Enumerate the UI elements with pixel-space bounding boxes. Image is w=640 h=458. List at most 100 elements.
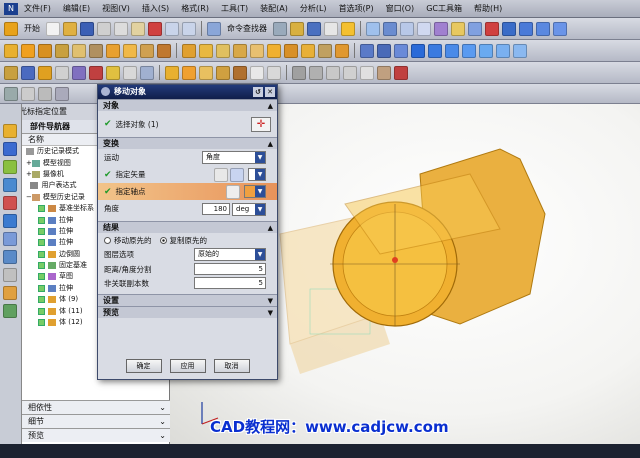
gear-icon[interactable] bbox=[101, 87, 110, 96]
menu-analysis[interactable]: 分析(L) bbox=[300, 3, 327, 14]
menu-view[interactable]: 视图(V) bbox=[102, 3, 130, 14]
subtract-icon[interactable] bbox=[199, 43, 213, 58]
redo-icon[interactable] bbox=[182, 21, 196, 36]
section-preview[interactable]: 预览 ▼ bbox=[98, 306, 277, 318]
mirror-icon[interactable] bbox=[428, 43, 442, 58]
paste-icon[interactable] bbox=[131, 21, 145, 36]
specify-vector-row[interactable]: ✔ 指定矢量 ▼ bbox=[98, 166, 277, 183]
polygon-icon[interactable] bbox=[89, 65, 103, 80]
delete-icon[interactable] bbox=[148, 21, 162, 36]
move-original-radio[interactable] bbox=[104, 236, 111, 244]
visibility-checkbox[interactable] bbox=[38, 273, 45, 281]
menu-tools[interactable]: 工具(T) bbox=[221, 3, 248, 14]
copy-original-radio[interactable] bbox=[159, 236, 167, 244]
start-icon[interactable] bbox=[4, 21, 18, 36]
pivot-point[interactable] bbox=[392, 257, 398, 263]
system-materials-icon[interactable] bbox=[3, 250, 17, 264]
visibility-checkbox[interactable] bbox=[38, 284, 45, 292]
wcs-icon[interactable] bbox=[383, 21, 397, 36]
menu-edit[interactable]: 编辑(E) bbox=[63, 3, 90, 14]
constraint-navigator-icon[interactable] bbox=[3, 160, 17, 174]
delete-face-icon[interactable] bbox=[513, 43, 527, 58]
material-icon[interactable] bbox=[377, 65, 391, 80]
menu-help[interactable]: 帮助(H) bbox=[474, 3, 502, 14]
assembly-navigator-icon[interactable] bbox=[3, 124, 17, 138]
select-all-icon[interactable] bbox=[21, 86, 35, 101]
section-icon[interactable] bbox=[417, 21, 431, 36]
arc-icon[interactable] bbox=[38, 65, 52, 80]
apply-button[interactable]: 应用 bbox=[169, 359, 206, 373]
menu-file[interactable]: 文件(F) bbox=[24, 3, 51, 14]
boss-icon[interactable] bbox=[72, 43, 86, 58]
slot-icon[interactable] bbox=[123, 43, 137, 58]
section-result[interactable]: 结果 ▲ bbox=[98, 221, 277, 233]
circle-icon[interactable] bbox=[55, 65, 69, 80]
motion-dropdown[interactable]: 角度 ▼ bbox=[202, 151, 266, 164]
visibility-checkbox[interactable] bbox=[38, 262, 45, 270]
datum-axis-icon[interactable] bbox=[377, 43, 391, 58]
history-icon[interactable] bbox=[3, 232, 17, 246]
point-icon[interactable] bbox=[4, 65, 18, 80]
snap-midpoint-icon[interactable] bbox=[55, 86, 69, 101]
hide-icon[interactable] bbox=[451, 21, 465, 36]
intersect-icon[interactable] bbox=[216, 43, 230, 58]
reverse-direction-icon[interactable] bbox=[230, 168, 244, 182]
ellipse-icon[interactable] bbox=[106, 65, 120, 80]
window-icon[interactable] bbox=[273, 21, 287, 36]
edge-blend-icon[interactable] bbox=[267, 43, 281, 58]
visibility-checkbox[interactable] bbox=[38, 319, 45, 327]
top-view-icon[interactable] bbox=[536, 21, 550, 36]
visibility-checkbox[interactable] bbox=[38, 307, 45, 315]
visibility-checkbox[interactable] bbox=[38, 205, 45, 213]
menu-assembly[interactable]: 装配(A) bbox=[260, 3, 288, 14]
crosshair-select-button[interactable]: ✛ bbox=[251, 116, 271, 132]
copy-icon[interactable] bbox=[114, 21, 128, 36]
divide-curve-icon[interactable] bbox=[267, 65, 281, 80]
shell-icon[interactable] bbox=[301, 43, 315, 58]
snap-endpoint-icon[interactable] bbox=[38, 86, 52, 101]
menu-gc-toolbox[interactable]: GC工具箱 bbox=[426, 3, 462, 14]
vector-dropdown[interactable]: ▼ bbox=[248, 168, 266, 181]
dependencies-panel[interactable]: 相依性 ⌄ bbox=[22, 400, 170, 414]
front-view-icon[interactable] bbox=[553, 21, 567, 36]
shaded-icon[interactable] bbox=[502, 21, 516, 36]
cut-icon[interactable] bbox=[97, 21, 111, 36]
web-browser-icon[interactable] bbox=[3, 214, 17, 228]
visibility-checkbox[interactable] bbox=[38, 250, 45, 258]
bridge-curve-icon[interactable] bbox=[182, 65, 196, 80]
command-finder-icon[interactable] bbox=[207, 21, 221, 36]
start-menu-button[interactable]: 开始 bbox=[24, 23, 40, 34]
datum-plane-icon[interactable] bbox=[360, 43, 374, 58]
move-face-icon[interactable] bbox=[445, 43, 459, 58]
new-file-icon[interactable] bbox=[46, 21, 60, 36]
angle-input[interactable]: 180 bbox=[202, 203, 230, 215]
measure-body-icon[interactable] bbox=[326, 65, 340, 80]
menu-window[interactable]: 窗口(O) bbox=[386, 3, 415, 14]
section-settings[interactable]: 设置 ▼ bbox=[98, 294, 277, 306]
fit-view-icon[interactable] bbox=[324, 21, 338, 36]
part-navigator-icon[interactable] bbox=[3, 142, 17, 156]
instance-icon[interactable] bbox=[411, 43, 425, 58]
chamfer-icon[interactable] bbox=[284, 43, 298, 58]
reset-icon[interactable]: ↺ bbox=[253, 87, 263, 97]
part-icon[interactable] bbox=[290, 21, 304, 36]
sketch-icon[interactable] bbox=[4, 43, 18, 58]
resize-icon[interactable] bbox=[496, 43, 510, 58]
rib-icon[interactable] bbox=[157, 43, 171, 58]
menu-insert[interactable]: 插入(S) bbox=[142, 3, 169, 14]
section-object[interactable]: 对象 ▲ bbox=[98, 99, 277, 111]
grid-icon[interactable] bbox=[400, 21, 414, 36]
visibility-checkbox[interactable] bbox=[38, 227, 45, 235]
menu-format[interactable]: 格式(R) bbox=[181, 3, 209, 14]
datum-csys-icon[interactable] bbox=[394, 43, 408, 58]
draft-icon[interactable] bbox=[318, 43, 332, 58]
roles-icon[interactable] bbox=[3, 286, 17, 300]
angle-unit-dropdown[interactable]: deg ▼ bbox=[232, 203, 266, 216]
specify-axis-point-row[interactable]: ✔ 指定轴点 ▼ bbox=[98, 183, 277, 200]
render-icon[interactable] bbox=[341, 21, 355, 36]
close-icon[interactable]: ✕ bbox=[265, 87, 275, 97]
zoom-icon[interactable] bbox=[485, 21, 499, 36]
check-geometry-icon[interactable] bbox=[343, 65, 357, 80]
dialog-title-bar[interactable]: 移动对象 ↺ ✕ bbox=[98, 85, 277, 99]
view-icon[interactable] bbox=[307, 21, 321, 36]
